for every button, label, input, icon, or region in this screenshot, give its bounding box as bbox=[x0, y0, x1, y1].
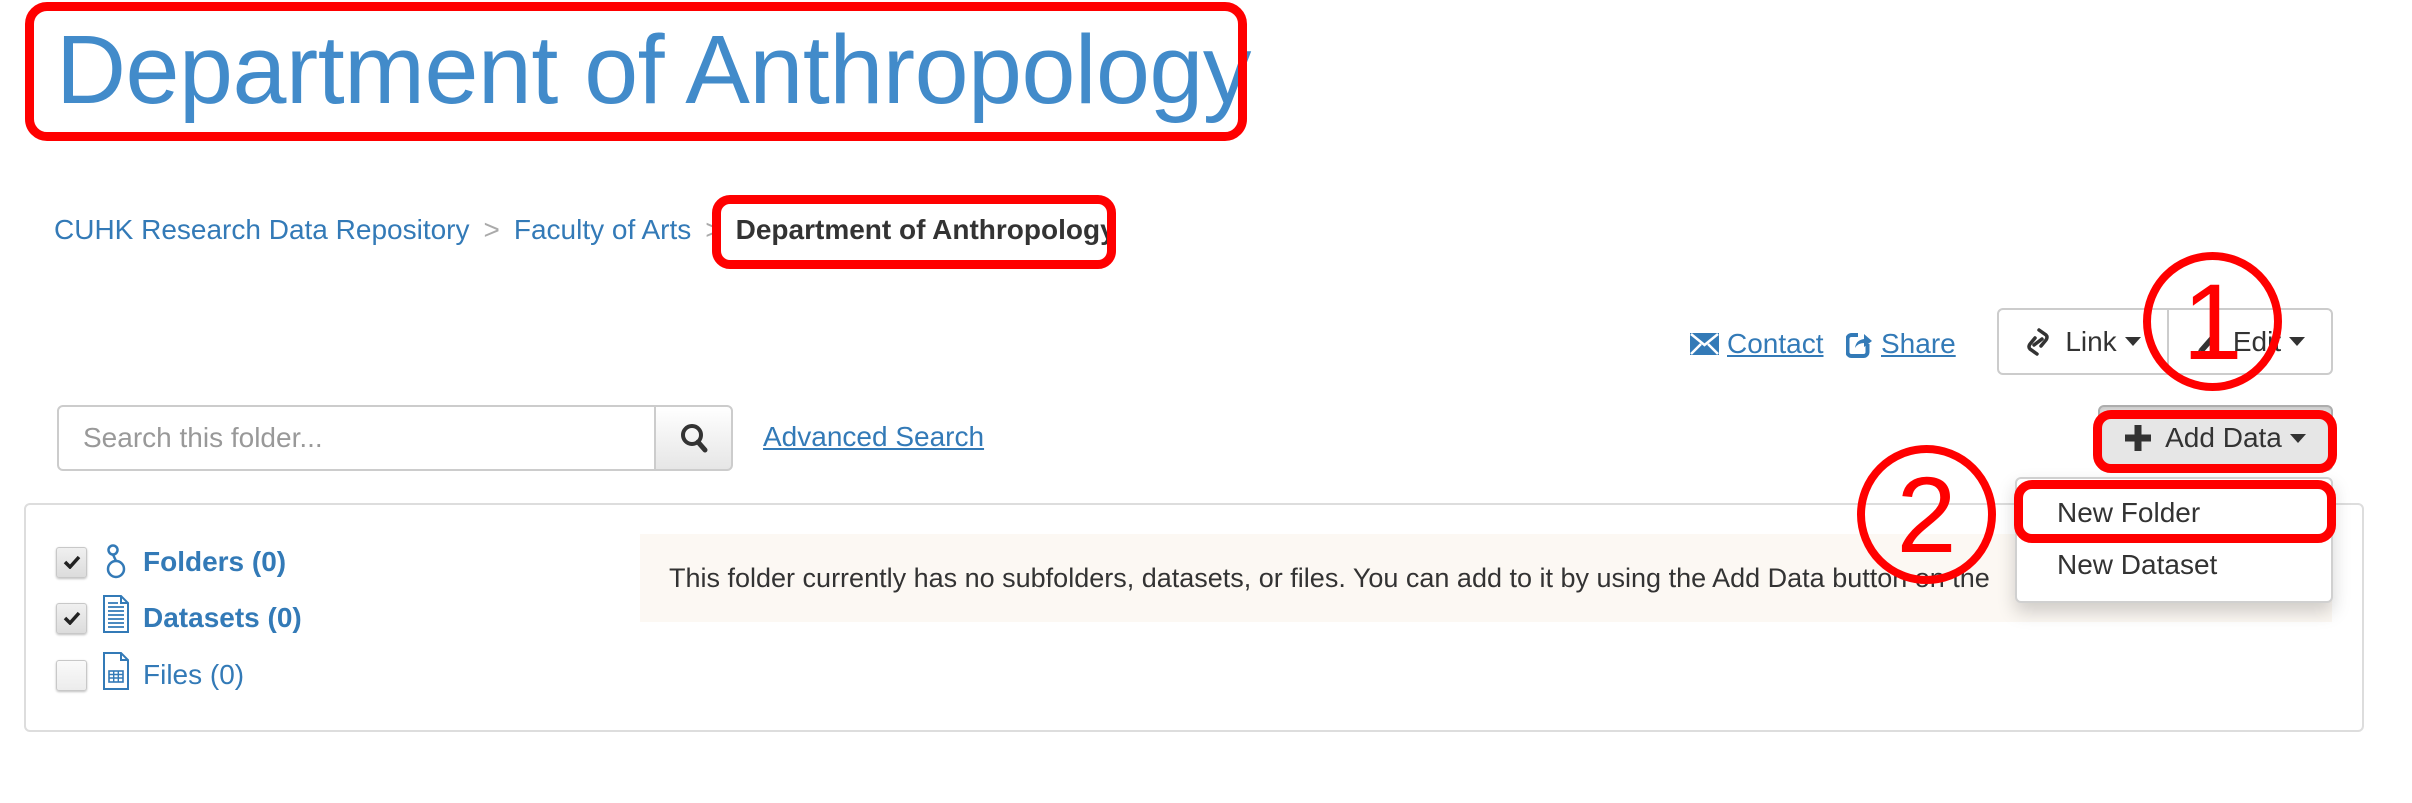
breadcrumb: CUHK Research Data Repository > Faculty … bbox=[54, 212, 1116, 248]
share-icon bbox=[1846, 330, 1873, 358]
share-label: Share bbox=[1881, 328, 1956, 359]
search-input[interactable] bbox=[57, 405, 656, 471]
add-data-dropdown-menu: New Folder New Dataset bbox=[2015, 477, 2333, 603]
menu-item-new-folder[interactable]: New Folder bbox=[2017, 487, 2331, 539]
chevron-down-icon bbox=[2289, 433, 2306, 443]
link-button[interactable]: Link bbox=[1999, 310, 2169, 373]
pencil-icon bbox=[2196, 332, 2217, 354]
link-edit-button-group: Link Edit bbox=[1997, 308, 2333, 375]
share-link[interactable]: Share bbox=[1846, 327, 1956, 361]
contact-label: Contact bbox=[1727, 328, 1824, 359]
search-button[interactable] bbox=[654, 405, 733, 471]
add-data-label: Add Data bbox=[2165, 422, 2282, 453]
checkmark-icon bbox=[63, 555, 80, 569]
chevron-down-icon bbox=[2124, 337, 2141, 346]
breadcrumb-link-faculty[interactable]: Faculty of Arts bbox=[514, 212, 691, 248]
dataset-document-icon bbox=[101, 595, 131, 633]
facet-label-files[interactable]: Files (0) bbox=[143, 659, 244, 691]
folders-checkbox[interactable] bbox=[56, 546, 87, 578]
page-title: Department of Anthropology bbox=[56, 15, 1251, 124]
facet-label-datasets[interactable]: Datasets (0) bbox=[143, 602, 302, 634]
files-checkbox[interactable] bbox=[56, 659, 87, 691]
edit-button[interactable]: Edit bbox=[2169, 310, 2331, 373]
checkmark-icon bbox=[63, 611, 80, 625]
folder-tree-icon bbox=[101, 544, 131, 580]
search-icon bbox=[680, 424, 707, 453]
plus-icon bbox=[2125, 425, 2152, 451]
envelope-icon bbox=[1690, 333, 1719, 355]
link-label: Link bbox=[2065, 325, 2117, 357]
advanced-search-link[interactable]: Advanced Search bbox=[763, 420, 984, 454]
file-table-icon bbox=[101, 652, 131, 690]
breadcrumb-current: Department of Anthropology bbox=[735, 214, 1116, 245]
breadcrumb-link-repository[interactable]: CUHK Research Data Repository bbox=[54, 212, 470, 248]
facet-files[interactable]: Files (0) bbox=[56, 652, 244, 691]
facet-folders[interactable]: Folders (0) bbox=[56, 544, 286, 580]
link-icon bbox=[2027, 327, 2050, 356]
breadcrumb-separator: > bbox=[483, 214, 500, 245]
datasets-checkbox[interactable] bbox=[56, 602, 87, 634]
breadcrumb-separator: > bbox=[705, 214, 722, 245]
facet-label-folders[interactable]: Folders (0) bbox=[143, 546, 286, 578]
edit-label: Edit bbox=[2232, 325, 2282, 357]
facet-datasets[interactable]: Datasets (0) bbox=[56, 595, 302, 634]
menu-item-new-dataset[interactable]: New Dataset bbox=[2017, 539, 2331, 591]
chevron-down-icon bbox=[2289, 337, 2306, 346]
contact-link[interactable]: Contact bbox=[1690, 327, 1824, 361]
add-data-button[interactable]: Add Data bbox=[2098, 405, 2333, 471]
